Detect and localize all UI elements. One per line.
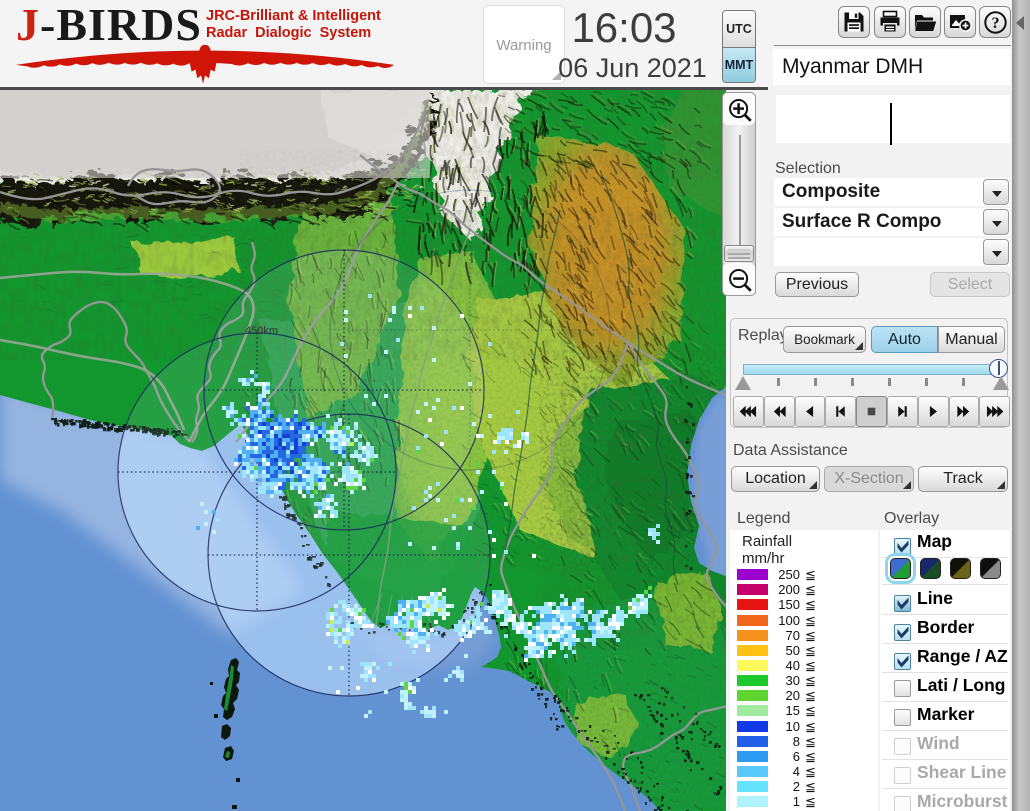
svg-text:?: ?	[991, 15, 999, 32]
svg-text:450km: 450km	[245, 325, 278, 337]
